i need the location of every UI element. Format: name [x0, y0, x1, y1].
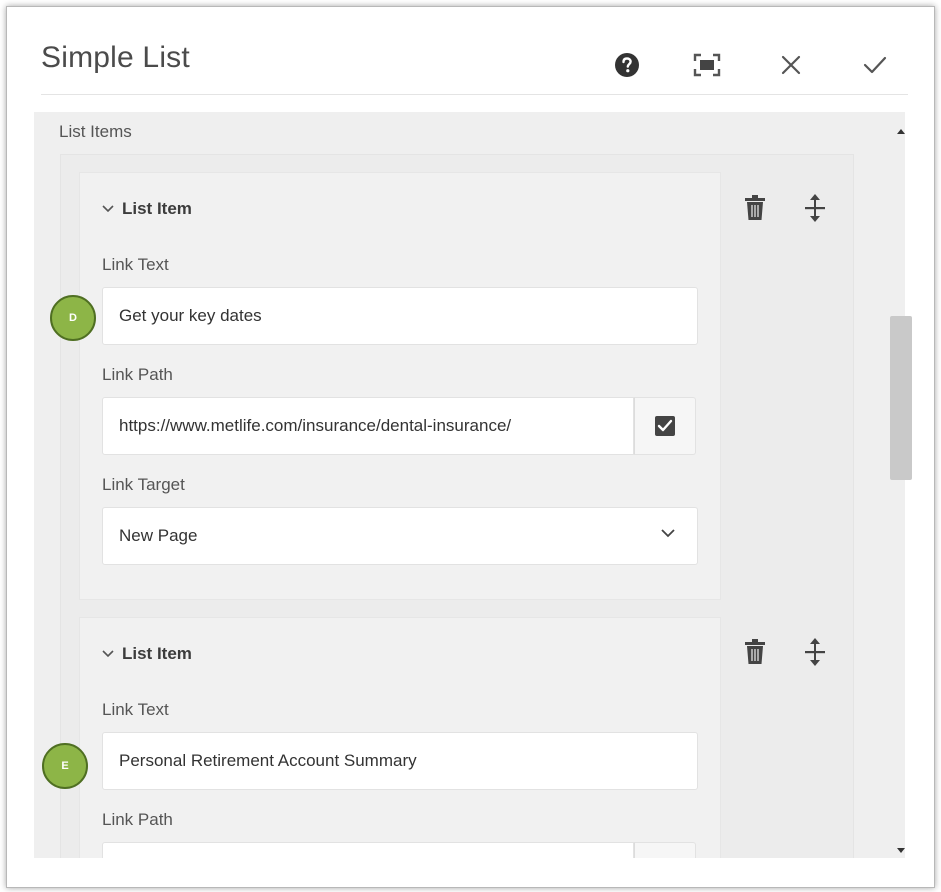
- checkbox-icon: [655, 416, 675, 436]
- dialog-header: Simple List: [41, 7, 908, 95]
- link-text-label: Link Text: [102, 255, 169, 274]
- done-button[interactable]: [857, 47, 893, 83]
- dialog-title: Simple List: [41, 41, 190, 74]
- reorder-item-handle[interactable]: [798, 634, 832, 670]
- caret-down-icon: [897, 848, 905, 853]
- link-target-label: Link Target: [102, 475, 185, 494]
- list-item-title: List Item: [122, 644, 192, 663]
- list-item: List Item Link Text Link Path: [79, 617, 721, 858]
- list-item-toggle[interactable]: List Item: [102, 199, 192, 219]
- help-button[interactable]: [609, 47, 645, 83]
- list-items-multifield: List Item Link Text Link Path Link Targe…: [60, 154, 854, 858]
- chevron-down-icon: [661, 529, 675, 538]
- move-icon: [805, 638, 825, 666]
- move-icon: [805, 194, 825, 222]
- list-items-label: List Items: [59, 122, 132, 141]
- delete-item-button[interactable]: [738, 190, 772, 226]
- link-path-input[interactable]: [102, 397, 634, 455]
- check-icon: [863, 56, 887, 74]
- browse-path-button[interactable]: [634, 397, 696, 455]
- help-icon: [615, 53, 639, 77]
- list-item-toggle[interactable]: List Item: [102, 644, 192, 664]
- scroll-down-arrow[interactable]: [893, 844, 909, 858]
- dialog-content: List Items List Item Link Text Link Path…: [34, 112, 905, 858]
- link-target-value: New Page: [119, 526, 198, 545]
- scrollbar-thumb[interactable]: [890, 316, 912, 480]
- close-icon: [781, 55, 801, 75]
- browse-path-button[interactable]: [634, 842, 696, 858]
- trash-icon: [745, 195, 765, 220]
- link-target-select[interactable]: New Page: [102, 507, 698, 565]
- scroll-up-arrow[interactable]: [893, 124, 909, 138]
- link-text-input[interactable]: [102, 732, 698, 790]
- delete-item-button[interactable]: [738, 634, 772, 670]
- list-item-title: List Item: [122, 199, 192, 218]
- close-button[interactable]: [773, 47, 809, 83]
- fullscreen-button[interactable]: [689, 47, 725, 83]
- annotation-marker-d: D: [50, 295, 96, 341]
- link-path-input[interactable]: [102, 842, 634, 858]
- list-item: List Item Link Text Link Path Link Targe…: [79, 172, 721, 600]
- link-text-input[interactable]: [102, 287, 698, 345]
- annotation-marker-e: E: [42, 743, 88, 789]
- reorder-item-handle[interactable]: [798, 190, 832, 226]
- link-text-label: Link Text: [102, 700, 169, 719]
- chevron-down-icon: [102, 205, 114, 213]
- trash-icon: [745, 639, 765, 664]
- chevron-down-icon: [102, 650, 114, 658]
- fullscreen-icon: [693, 53, 721, 77]
- link-path-label: Link Path: [102, 810, 173, 829]
- caret-up-icon: [897, 129, 905, 134]
- link-path-label: Link Path: [102, 365, 173, 384]
